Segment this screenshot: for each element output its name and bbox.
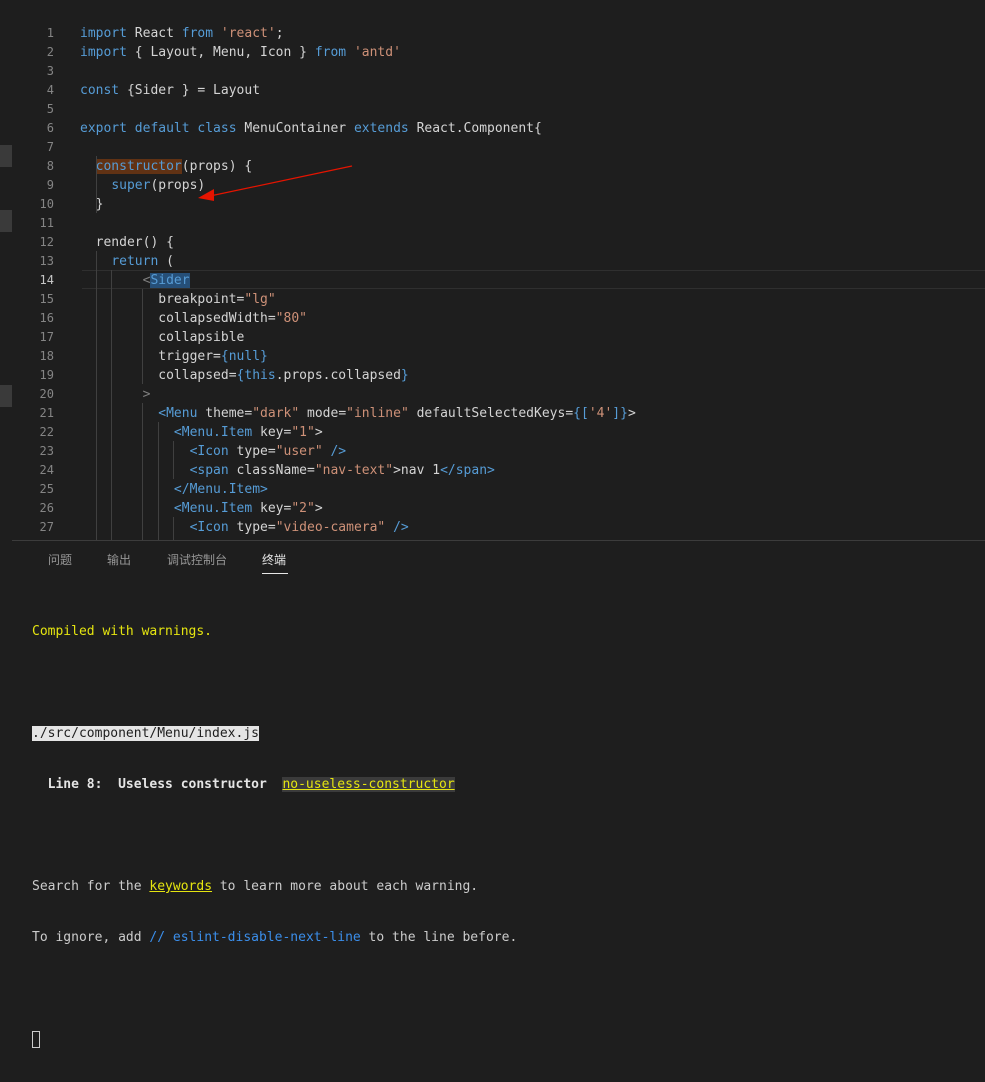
tab-problems[interactable]: 问题 — [48, 551, 72, 568]
ignore-code: // eslint-disable-next-line — [149, 930, 361, 945]
tab-terminal[interactable]: 终端 — [262, 551, 286, 568]
search-text: Search for the — [32, 879, 150, 894]
active-tab-indicator — [262, 573, 288, 574]
annotation-arrow — [198, 165, 353, 201]
warning-file-path: ./src/component/Menu/index.js — [32, 726, 259, 741]
search-text-end: to learn more about each warning. — [212, 879, 479, 894]
tab-output[interactable]: 输出 — [107, 551, 131, 568]
cursor-block-icon[interactable] — [32, 1031, 40, 1048]
panel-tabs: 问题 输出 调试控制台 终端 — [12, 541, 985, 577]
ignore-text: To ignore, add — [32, 930, 150, 945]
warning-text: Line 8: Useless constructor — [32, 777, 283, 792]
keywords-link[interactable]: keywords — [149, 879, 212, 894]
compiled-message: Compiled with warnings. — [32, 624, 213, 639]
terminal-output[interactable]: Compiled with warnings. ./src/component/… — [32, 589, 517, 1082]
ignore-text-end: to the line before. — [360, 930, 518, 945]
tab-debug-console[interactable]: 调试控制台 — [167, 551, 227, 568]
warning-rule: no-useless-constructor — [282, 777, 455, 792]
bottom-panel: 问题 输出 调试控制台 终端 Compiled with warnings. .… — [12, 540, 985, 1048]
arrow-head-icon — [198, 189, 214, 201]
arrow-line — [209, 165, 353, 197]
